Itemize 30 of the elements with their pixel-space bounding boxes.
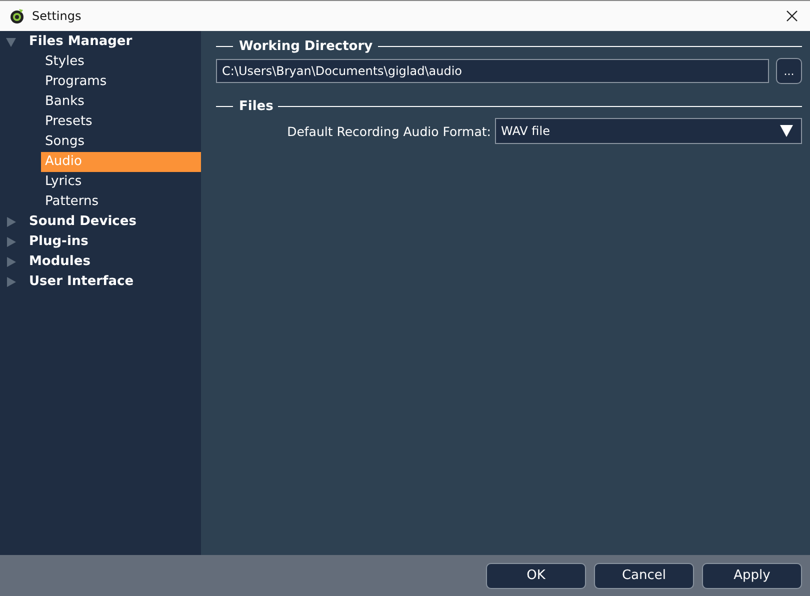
tree-item[interactable]: Modules	[25, 252, 201, 272]
window-title: Settings	[32, 9, 82, 23]
format-dropdown[interactable]: WAV file	[495, 118, 802, 144]
tree-item[interactable]: Lyrics	[41, 172, 201, 192]
field-label: Default Recording Audio Format:	[287, 124, 491, 138]
path-field[interactable]: C:\Users\Bryan\Documents\giglad\audio	[216, 59, 769, 83]
dialog-button[interactable]: OK	[486, 562, 586, 588]
close-icon[interactable]	[786, 10, 798, 22]
browse-button[interactable]: ...	[776, 58, 802, 84]
tree-item[interactable]: Banks	[41, 92, 201, 112]
section-title: Files	[239, 98, 274, 114]
tree-item[interactable]: User Interface	[25, 272, 201, 292]
tree-item[interactable]: Files Manager	[25, 32, 201, 52]
tree-item[interactable]: Presets	[41, 112, 201, 132]
tree-item[interactable]: Songs	[41, 132, 201, 152]
tree-item[interactable]: Programs	[41, 72, 201, 92]
tree-item[interactable]: Sound Devices	[25, 212, 201, 232]
collapsed-arrow-icon[interactable]	[6, 217, 16, 227]
app-logo-icon	[9, 8, 25, 24]
tree-item[interactable]: Patterns	[41, 192, 201, 212]
dialog-button[interactable]: Apply	[702, 562, 802, 588]
collapsed-arrow-icon[interactable]	[6, 237, 16, 247]
dialog-button[interactable]: Cancel	[594, 562, 694, 588]
tree-item[interactable]: Plug-ins	[25, 232, 201, 252]
section-title: Working Directory	[239, 38, 373, 54]
dropdown-arrow-icon	[780, 125, 793, 137]
collapsed-arrow-icon[interactable]	[6, 257, 16, 267]
collapsed-arrow-icon[interactable]	[6, 277, 16, 287]
expanded-arrow-icon[interactable]	[6, 37, 16, 47]
tree-item[interactable]: Styles	[41, 52, 201, 72]
